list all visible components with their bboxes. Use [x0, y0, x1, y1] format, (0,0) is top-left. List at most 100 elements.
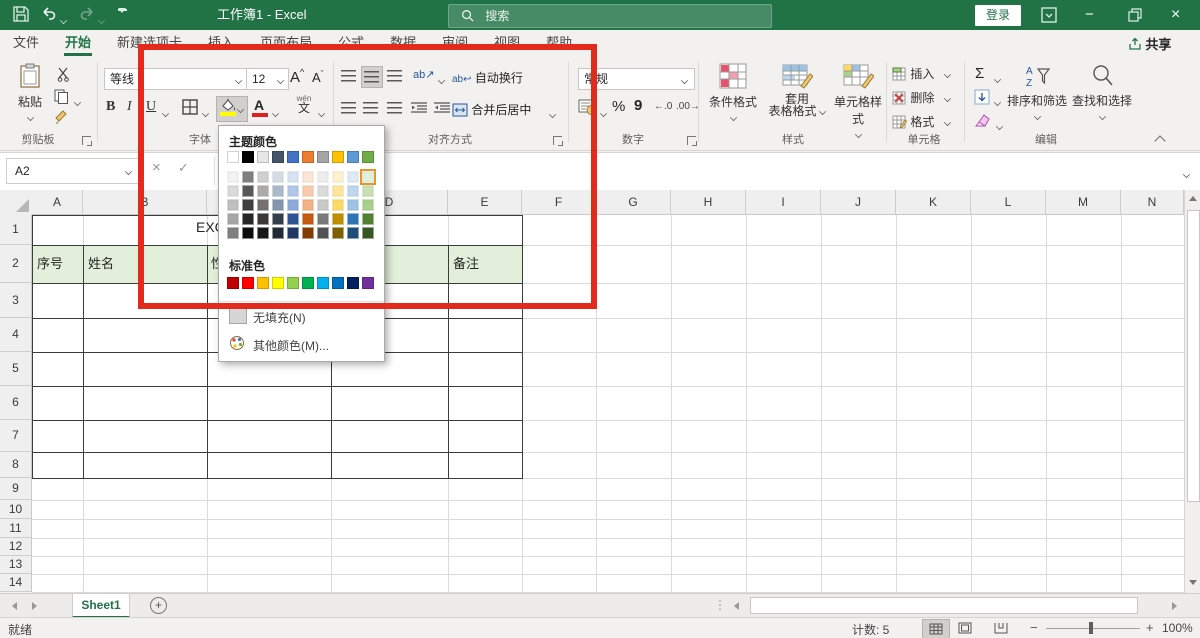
zoom-in-icon[interactable]: + [1146, 620, 1154, 635]
sort-filter-icon: AZ [1024, 78, 1050, 92]
gridline [821, 215, 822, 592]
normal-view-icon[interactable] [922, 619, 950, 638]
undo-dropdown-icon[interactable] [60, 13, 67, 27]
row-header-14[interactable]: 14 [0, 574, 32, 592]
ribbon-display-options-icon[interactable] [1040, 6, 1058, 27]
row-header-4[interactable]: 4 [0, 318, 32, 352]
redo-icon[interactable] [78, 5, 96, 26]
zoom-level[interactable]: 100% [1162, 621, 1193, 635]
copy-dropdown-icon[interactable] [74, 95, 81, 109]
column-header-N[interactable]: N [1121, 190, 1184, 215]
decrease-decimal-icon[interactable]: .00→ [676, 101, 700, 112]
row-header-1[interactable]: 1 [0, 215, 32, 245]
sheet-tab-sheet1[interactable]: Sheet1 [72, 594, 130, 618]
new-sheet-icon[interactable]: + [150, 597, 167, 614]
scroll-up-icon[interactable] [1189, 196, 1197, 201]
bold-button[interactable]: B [106, 99, 115, 115]
autosum-icon[interactable]: Σ [975, 65, 984, 82]
row-header-3[interactable]: 3 [0, 283, 32, 318]
zoom-slider[interactable] [1046, 628, 1140, 629]
tab-home[interactable]: 开始 [52, 30, 104, 57]
zoom-out-icon[interactable]: − [1030, 620, 1038, 635]
paste-button[interactable]: 粘贴 [10, 63, 50, 124]
more-colors-item[interactable]: 其他颜色(M)... [219, 332, 384, 358]
vertical-scrollbar[interactable] [1184, 190, 1200, 593]
page-break-view-icon[interactable] [994, 622, 1008, 637]
format-as-table-button[interactable]: 套用表格格式 [766, 62, 828, 117]
row-header-10[interactable]: 10 [0, 500, 32, 519]
undo-icon[interactable] [40, 5, 58, 26]
number-dialog-launcher-icon[interactable] [687, 136, 696, 145]
find-select-button[interactable]: 查找和选择 [1070, 63, 1134, 123]
clear-dropdown-icon[interactable] [996, 119, 1003, 133]
fill-down-icon[interactable] [974, 89, 990, 108]
delete-cells-button[interactable]: 删除 [892, 89, 951, 106]
minimize-button[interactable]: − [1085, 0, 1094, 30]
hscroll-left-icon[interactable] [734, 602, 739, 610]
column-header-J[interactable]: J [821, 190, 896, 215]
save-icon[interactable] [12, 5, 30, 26]
format-painter-icon[interactable] [54, 109, 70, 128]
row-header-8[interactable]: 8 [0, 452, 32, 478]
clear-icon[interactable] [974, 113, 991, 131]
comma-style-icon[interactable]: 9 [634, 97, 642, 114]
tab-file[interactable]: 文件 [0, 30, 52, 57]
close-button[interactable]: × [1171, 0, 1180, 30]
clipboard-dialog-launcher-icon[interactable] [82, 136, 91, 145]
percent-style-icon[interactable]: % [612, 98, 625, 115]
tabbar-splitter-icon[interactable]: ⋮ [714, 598, 727, 612]
insert-cells-button[interactable]: 插入 [892, 65, 951, 82]
row-header-2[interactable]: 2 [0, 245, 32, 283]
format-cells-button[interactable]: 格式 [892, 113, 951, 130]
row-header-5[interactable]: 5 [0, 352, 32, 386]
fill-dropdown-icon[interactable] [994, 95, 1001, 109]
accounting-dropdown-icon[interactable] [600, 106, 607, 120]
conditional-formatting-button[interactable]: 条件格式 [704, 62, 762, 124]
horizontal-scrollbar[interactable] [748, 596, 1166, 614]
row-header-9[interactable]: 9 [0, 478, 32, 500]
horizontal-scrollbar-thumb[interactable] [750, 597, 1138, 614]
search-box[interactable]: 搜索 [448, 4, 772, 28]
column-header-H[interactable]: H [671, 190, 746, 215]
qat-customize-icon[interactable] [118, 9, 127, 27]
name-box[interactable]: A2 [6, 158, 140, 184]
cell-styles-button[interactable]: 单元格样式 [832, 62, 884, 141]
row-header-7[interactable]: 7 [0, 420, 32, 452]
row-header-13[interactable]: 13 [0, 556, 32, 574]
status-bar: 就绪 计数: 5 − + 100% [0, 617, 1200, 638]
sign-in-button[interactable]: 登录 [975, 5, 1021, 26]
column-header-K[interactable]: K [896, 190, 971, 215]
sheet-prev-icon[interactable] [12, 602, 17, 610]
zoom-slider-thumb[interactable] [1089, 622, 1093, 634]
sheet-next-icon[interactable] [32, 602, 37, 610]
redo-dropdown-icon[interactable] [98, 13, 105, 27]
column-header-I[interactable]: I [746, 190, 821, 215]
column-header-M[interactable]: M [1046, 190, 1121, 215]
row-header-12[interactable]: 12 [0, 538, 32, 556]
italic-button[interactable]: I [127, 99, 132, 115]
row-header-6[interactable]: 6 [0, 386, 32, 420]
select-all-corner[interactable] [0, 190, 33, 216]
scroll-down-icon[interactable] [1189, 580, 1197, 585]
share-button[interactable]: 共享 [1128, 34, 1171, 53]
cut-icon[interactable] [56, 67, 71, 85]
vertical-scrollbar-thumb[interactable] [1187, 210, 1200, 502]
column-header-A[interactable]: A [32, 190, 83, 215]
expand-formula-bar-icon[interactable] [1183, 167, 1190, 181]
format-cells-icon [892, 115, 907, 129]
page-layout-view-icon[interactable] [958, 622, 972, 637]
sort-filter-button[interactable]: AZ 排序和筛选 [1006, 63, 1068, 123]
column-header-L[interactable]: L [971, 190, 1046, 215]
hscroll-right-icon[interactable] [1172, 602, 1177, 610]
column-header-G[interactable]: G [596, 190, 671, 215]
conditional-formatting-icon [718, 79, 748, 93]
cell-b2[interactable]: 姓名 [88, 245, 114, 283]
row-header-11[interactable]: 11 [0, 519, 32, 538]
increase-decimal-icon[interactable]: ←.0 [654, 101, 672, 112]
autosum-dropdown-icon[interactable] [994, 72, 1001, 86]
cell-a2[interactable]: 序号 [37, 245, 63, 283]
copy-icon[interactable] [54, 89, 69, 107]
collapse-ribbon-icon[interactable] [1154, 135, 1165, 146]
restore-button[interactable] [1128, 8, 1142, 25]
format-as-table-icon [781, 79, 813, 93]
